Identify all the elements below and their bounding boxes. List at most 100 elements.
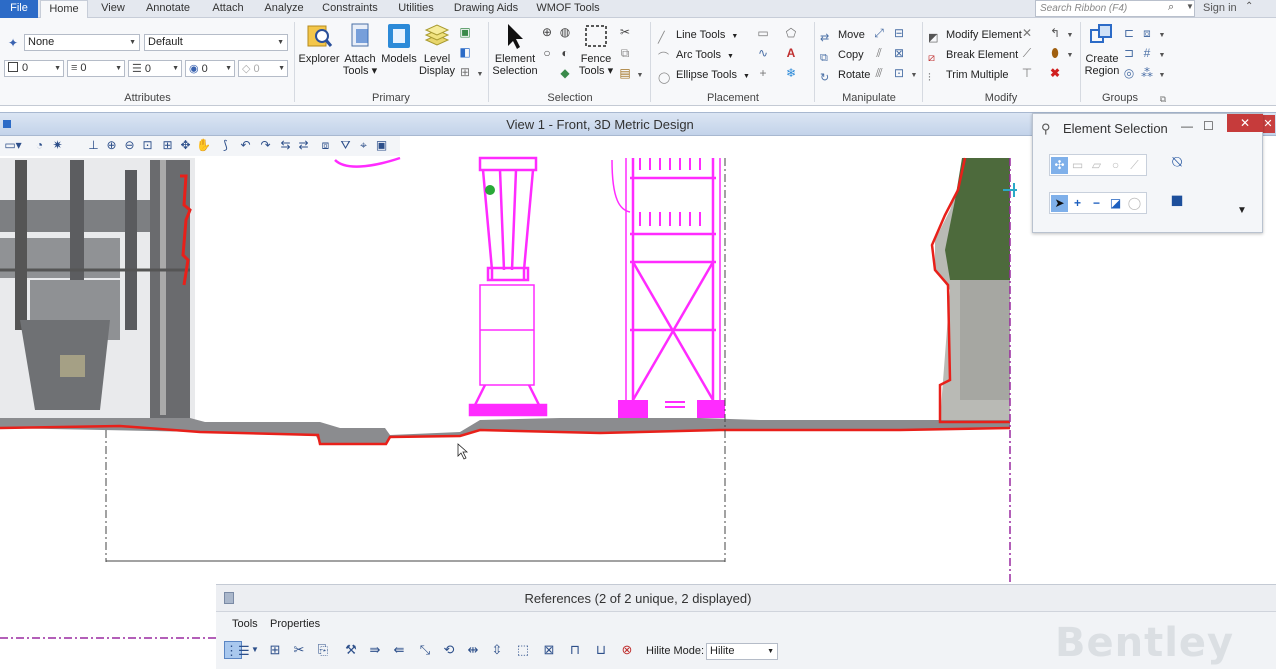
view-attributes-icon[interactable]: ▭▾ [2, 138, 24, 153]
hilite-mode-select[interactable]: Hilite ▼ [706, 643, 778, 660]
modify-element-button[interactable]: ◩ Modify Element [928, 26, 1022, 44]
move-reference-icon[interactable]: ⇛ [366, 641, 384, 659]
circle-method-icon[interactable]: ○ [1107, 157, 1124, 174]
clear-mode-icon[interactable]: ◯ [1126, 195, 1143, 212]
invert-selection-icon[interactable]: ◐ [558, 46, 572, 60]
scale-icon[interactable]: ⤢ [872, 26, 886, 40]
select-by-attributes-icon[interactable]: ⊕ [540, 25, 554, 39]
copy-button[interactable]: ⧉ Copy [820, 46, 864, 64]
attach-small-icon[interactable]: ⊞ [458, 65, 472, 79]
individual-method-icon[interactable]: ✣ [1051, 157, 1068, 174]
window-area-icon[interactable]: ⊡ [140, 138, 155, 153]
array-icon[interactable]: ⫻ [872, 66, 886, 80]
chevron-down-icon[interactable]: ▼ [1066, 29, 1074, 43]
close-icon[interactable]: ✕ [1261, 115, 1275, 133]
chevron-down-icon[interactable]: ▼ [1158, 49, 1166, 63]
mirror-horizontal-icon[interactable]: ⇹ [464, 641, 482, 659]
line-style-combo[interactable]: ≡ 0 ▼ [67, 60, 125, 77]
clear-clip-icon[interactable]: ⌖ [356, 138, 371, 153]
paint-icon[interactable]: ⬮ [1048, 46, 1062, 60]
select-all-icon[interactable]: ◍ [558, 25, 572, 39]
chevron-down-icon[interactable]: ▼ [476, 68, 484, 82]
clip-mask-icon[interactable]: ⊠ [540, 641, 558, 659]
select-all-icon[interactable]: ◼ [1167, 193, 1187, 214]
menu-tools[interactable]: Tools [232, 618, 258, 630]
arc-tools-button[interactable]: ⌒ Arc Tools ▼ [658, 46, 734, 64]
cut-icon[interactable]: ✂ [618, 25, 632, 39]
maximize-icon[interactable]: ☐ [1203, 119, 1214, 133]
rotate-view-icon[interactable]: ✥ [178, 138, 193, 153]
chevron-down-icon[interactable]: ▼ [1158, 29, 1166, 43]
new-mode-icon[interactable]: ➤ [1051, 195, 1068, 212]
exchange-icon[interactable]: ⚒ [342, 641, 360, 659]
search-dropdown-icon[interactable]: ▼ [1186, 2, 1194, 11]
explorer-button[interactable]: Explorer [298, 22, 340, 65]
invert-mode-icon[interactable]: ◪ [1107, 195, 1124, 212]
line-weight-combo[interactable]: ☰ 0 ▼ [128, 60, 182, 77]
fillet-icon[interactable]: ↰ [1048, 26, 1062, 40]
line-method-icon[interactable]: ⟋ [1126, 157, 1143, 174]
update-view-icon[interactable]: ⊥ [86, 138, 101, 153]
view-next-icon[interactable]: ↷ [258, 138, 273, 153]
color-combo[interactable]: 0 ▼ [4, 60, 64, 77]
dialog-launcher-icon[interactable]: ⧉ [1156, 92, 1170, 106]
clear-selection-icon[interactable]: ⍉ [1167, 155, 1187, 176]
rectangle-icon[interactable]: ▭ [756, 26, 770, 40]
clip-front-icon[interactable]: ⊓ [566, 641, 584, 659]
tab-file[interactable]: File [0, 0, 38, 18]
tab-wmof-tools[interactable]: WMOF Tools [530, 0, 606, 18]
mirror-icon[interactable]: ⫽ [872, 46, 886, 60]
camera-icon[interactable]: ⧈ [318, 138, 333, 153]
close-icon[interactable]: ✕ [1227, 114, 1263, 132]
add-mode-icon[interactable]: + [1069, 195, 1086, 212]
view-display-icon[interactable]: ▣ [374, 138, 389, 153]
attach-reference-icon[interactable]: ⊞ [266, 641, 284, 659]
element-template-combo[interactable]: Default ▼ [144, 34, 288, 51]
walk-icon[interactable]: ⟆ [218, 138, 233, 153]
clip-boundary-icon[interactable]: ⬚ [514, 641, 532, 659]
tab-home[interactable]: Home [40, 0, 88, 19]
chevron-down-icon[interactable]: ▼ [1066, 49, 1074, 63]
zoom-out-icon[interactable]: ⊖ [122, 138, 137, 153]
level-manager-icon[interactable]: ▣ [458, 25, 472, 39]
delete-icon[interactable]: ✖ [1048, 66, 1062, 80]
chevron-up-icon[interactable]: ⌃ [1245, 1, 1253, 12]
tab-analyze[interactable]: Analyze [258, 0, 310, 18]
view-previous-icon[interactable]: ↶ [238, 138, 253, 153]
ellipse-tools-button[interactable]: ◯ Ellipse Tools ▼ [658, 66, 750, 84]
models-small-icon[interactable]: ◧ [458, 45, 472, 59]
priority-combo[interactable]: ◇ 0 ▼ [238, 60, 288, 77]
minimize-icon[interactable]: — [1181, 119, 1193, 133]
create-region-button[interactable]: Create Region [1084, 22, 1120, 77]
tab-constraints[interactable]: Constraints [316, 0, 384, 18]
delete-clip-icon[interactable]: ⊗ [618, 641, 636, 659]
subtract-mode-icon[interactable]: − [1088, 195, 1105, 212]
break-element-button[interactable]: ⧄ Break Element [928, 46, 1018, 64]
lock-icon[interactable]: ◎ [1122, 66, 1136, 80]
point-icon[interactable]: + [756, 66, 770, 80]
ungroup-icon[interactable]: ⧈ [1140, 26, 1154, 40]
menu-properties[interactable]: Properties [270, 618, 320, 630]
expand-options-icon[interactable]: ▼ [1235, 204, 1249, 218]
light-icon[interactable]: ✷ [50, 138, 65, 153]
shape-method-icon[interactable]: ▱ [1088, 157, 1105, 174]
group-icon[interactable]: ⊏ [1122, 26, 1136, 40]
element-selection-button[interactable]: Element Selection [492, 22, 538, 77]
tab-utilities[interactable]: Utilities [390, 0, 442, 18]
delete-vertex-icon[interactable]: ✕ [1020, 26, 1034, 40]
cell-icon[interactable]: ❄ [784, 66, 798, 80]
curve-icon[interactable]: ∿ [756, 46, 770, 60]
chevron-down-icon[interactable]: ▼ [246, 641, 264, 659]
chevron-down-icon[interactable]: ▼ [636, 69, 644, 83]
extend-icon[interactable]: ⟋ [1020, 46, 1034, 60]
block-method-icon[interactable]: ▭ [1069, 157, 1086, 174]
chevron-down-icon[interactable]: ▼ [1158, 69, 1166, 83]
search-icon[interactable]: ⌕ [1168, 1, 1174, 14]
fit-view-icon[interactable]: ⊞ [160, 138, 175, 153]
copy-reference-icon[interactable]: ⇚ [390, 641, 408, 659]
polygon-icon[interactable]: ⬠ [784, 26, 798, 40]
grid-icon[interactable]: # [1140, 46, 1154, 60]
align-icon[interactable]: ⊟ [892, 26, 906, 40]
paste-icon[interactable]: ▤ [618, 66, 632, 80]
list-view-icon[interactable]: ⋮☰ [224, 641, 250, 659]
